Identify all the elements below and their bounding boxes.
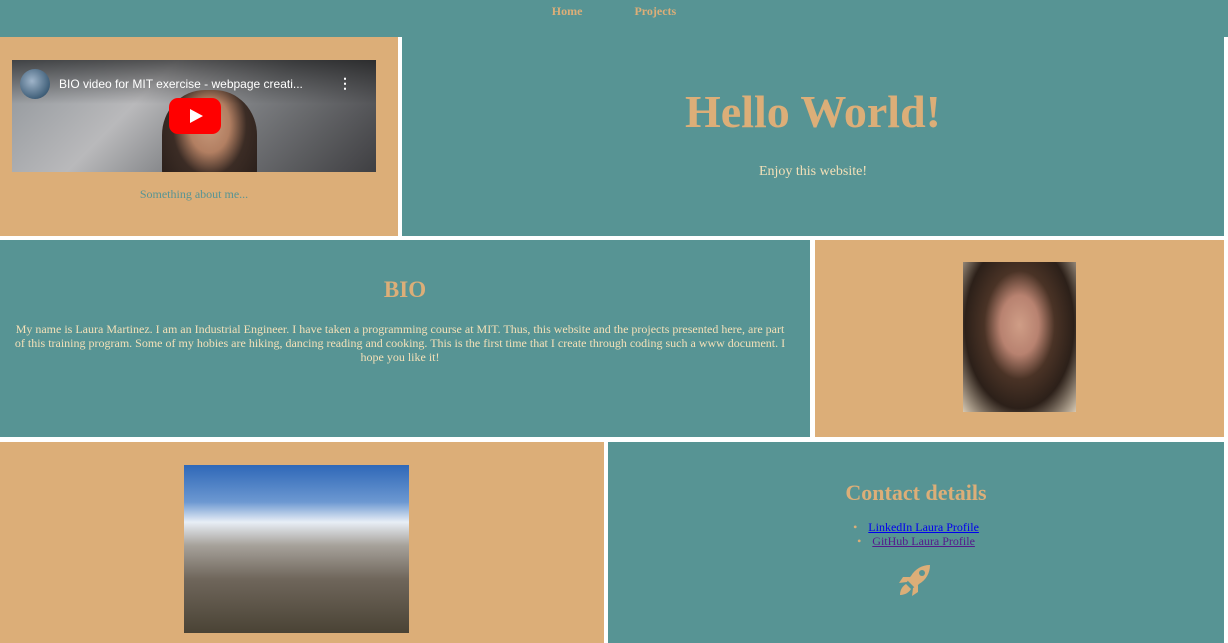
youtube-video-player[interactable]: BIO video for MIT exercise - webpage cre…: [12, 60, 376, 172]
nav-projects-link[interactable]: Projects: [634, 4, 676, 19]
portrait-photo: [963, 262, 1076, 412]
top-navigation: Home Projects: [0, 0, 1228, 37]
hero-title: Hello World!: [685, 86, 941, 137]
hero-panel: Hello World! Enjoy this website!: [402, 37, 1224, 236]
portrait-panel: [815, 240, 1224, 437]
play-button-icon[interactable]: [169, 98, 221, 134]
hero-subtitle: Enjoy this website!: [758, 164, 868, 179]
contact-links-list: LinkedIn Laura Profile GitHub Laura Prof…: [608, 520, 1224, 548]
mountain-photo-panel: [0, 442, 604, 643]
contact-panel: Contact details LinkedIn Laura Profile G…: [608, 442, 1224, 643]
rocket-icon: [899, 565, 930, 596]
bio-panel: BIO My name is Laura Martinez. I am an I…: [0, 240, 810, 437]
channel-avatar[interactable]: [20, 69, 50, 99]
nav-home-link[interactable]: Home: [552, 4, 583, 19]
video-title[interactable]: BIO video for MIT exercise - webpage cre…: [59, 77, 303, 91]
github-link[interactable]: GitHub Laura Profile: [872, 534, 975, 548]
contact-list-item: GitHub Laura Profile: [608, 534, 1224, 548]
contact-title: Contact details: [845, 480, 987, 505]
about-me-caption: Something about me...: [139, 187, 249, 201]
contact-list-item: LinkedIn Laura Profile: [608, 520, 1224, 534]
more-options-icon[interactable]: ⋮: [338, 76, 352, 90]
mountain-photo: [184, 465, 409, 633]
bio-text: My name is Laura Martinez. I am an Indus…: [14, 322, 786, 364]
video-panel: BIO video for MIT exercise - webpage cre…: [0, 37, 398, 236]
linkedin-link[interactable]: LinkedIn Laura Profile: [868, 520, 979, 534]
bio-title: BIO: [383, 277, 427, 302]
